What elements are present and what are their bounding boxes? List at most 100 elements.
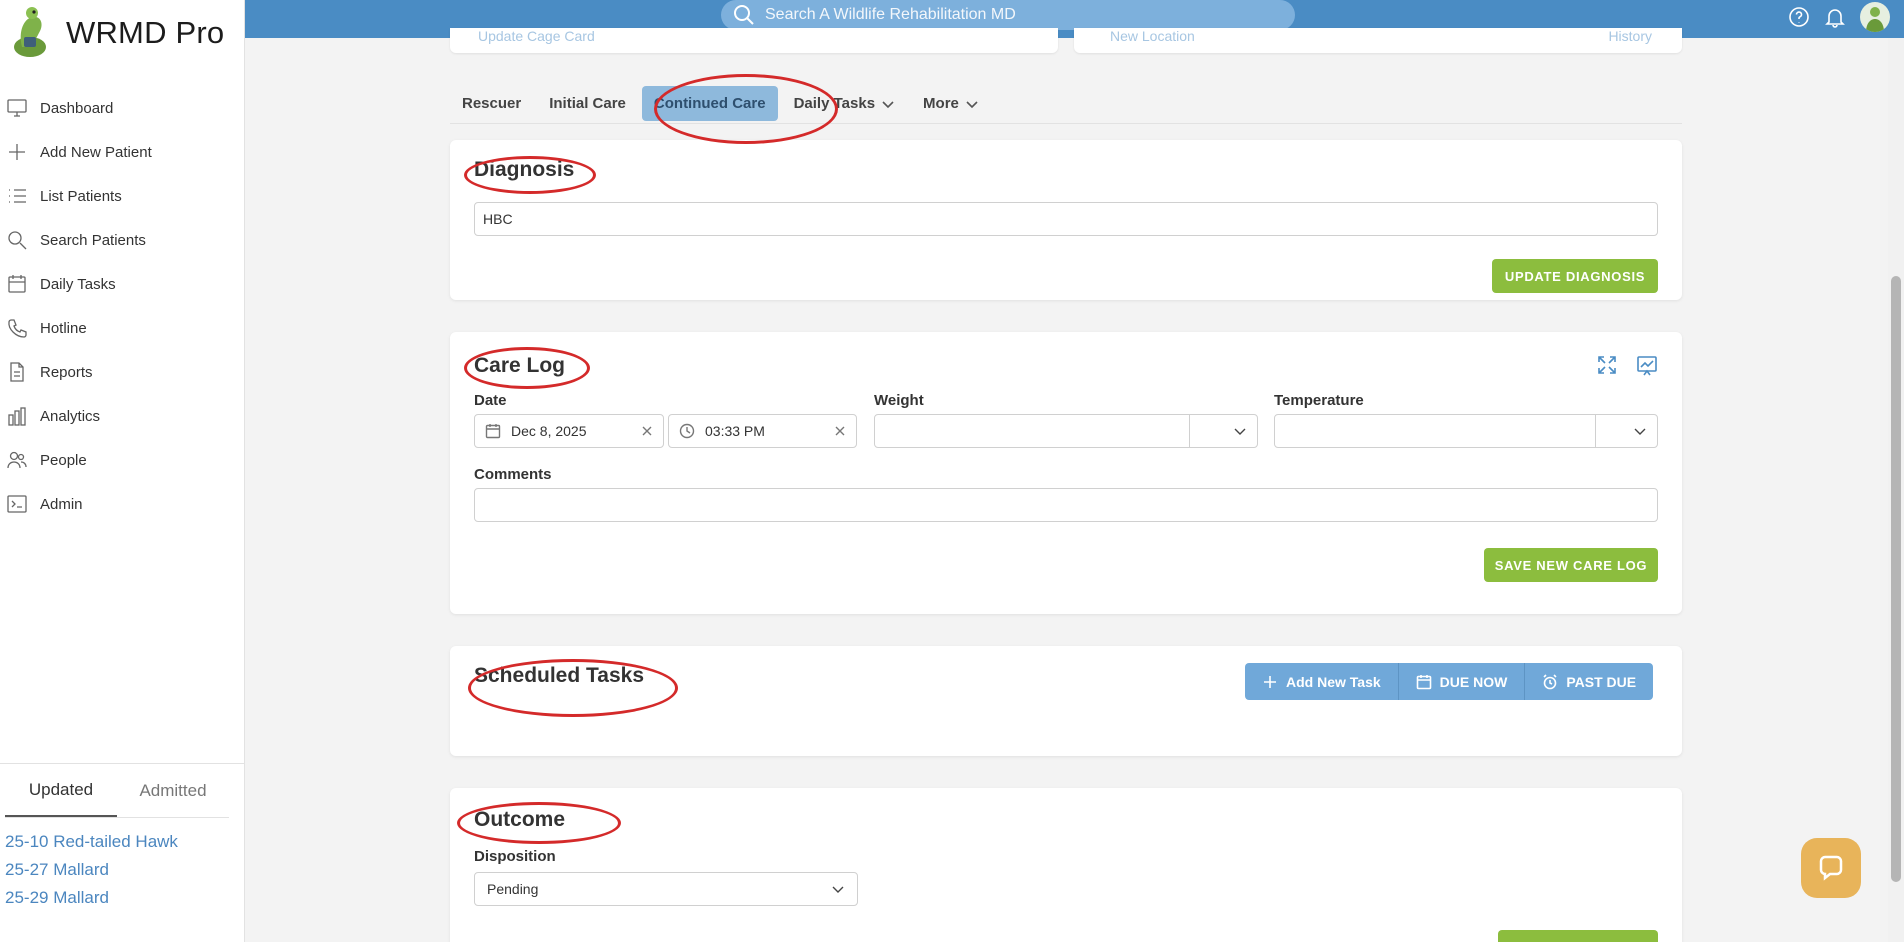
button-label: PAST DUE (1566, 673, 1637, 690)
page-scrollbar[interactable] (1888, 38, 1904, 942)
sidebar: WRMD Pro Dashboard Add New Patient List … (0, 0, 245, 942)
nav-hotline[interactable]: Hotline (0, 306, 244, 350)
patient-tabs: Rescuer Initial Care Continued Care Dail… (450, 84, 1682, 124)
calendar-icon (1416, 674, 1431, 689)
nav-label: Hotline (40, 319, 87, 337)
tab-admitted[interactable]: Admitted (117, 764, 229, 817)
tab-updated[interactable]: Updated (5, 764, 117, 817)
button-label: Add New Task (1286, 673, 1381, 690)
nav-label: Daily Tasks (40, 275, 116, 293)
weight-unit-select[interactable] (1189, 414, 1258, 448)
update-outcome-button[interactable] (1498, 930, 1658, 942)
chevron-down-icon (882, 100, 894, 108)
nav-label: List Patients (40, 187, 122, 205)
recent-tabs: Updated Admitted (5, 764, 229, 818)
save-care-log-button[interactable]: SAVE NEW CARE LOG (1484, 548, 1658, 582)
nav-daily-tasks[interactable]: Daily Tasks (0, 262, 244, 306)
comments-input[interactable] (474, 488, 1658, 522)
due-now-button[interactable]: DUE NOW (1399, 663, 1526, 700)
nav-label: Add New Patient (40, 143, 152, 161)
bell-icon[interactable] (1824, 6, 1846, 28)
brand[interactable]: WRMD Pro (0, 0, 244, 66)
diagnosis-card: Diagnosis HBC UPDATE DIAGNOSIS (450, 140, 1682, 300)
gecko-avatar-icon (1866, 7, 1884, 32)
tab-more[interactable]: More (911, 86, 991, 121)
recent-patient-link[interactable]: 25-29 Mallard (5, 884, 229, 912)
plus-icon (9, 144, 25, 160)
phone-icon (8, 319, 27, 338)
tab-daily-tasks[interactable]: Daily Tasks (782, 86, 907, 121)
cage-card-stub: Update Cage Card (450, 28, 1058, 53)
clock-icon (679, 423, 695, 439)
disposition-value: Pending (487, 881, 539, 897)
expand-icon[interactable] (1596, 354, 1618, 376)
clear-icon[interactable] (834, 425, 846, 437)
nav-list-patients[interactable]: List Patients (0, 174, 244, 218)
time-input[interactable]: 03:33 PM (668, 414, 857, 448)
chevron-down-icon (1234, 428, 1246, 435)
chart-icon[interactable] (1636, 354, 1658, 376)
scheduled-tasks-card: Scheduled Tasks Add New Task DUE NOW PAS… (450, 646, 1682, 756)
update-cage-card-link[interactable]: Update Cage Card (478, 28, 595, 44)
chevron-down-icon (832, 886, 844, 893)
comments-label: Comments (474, 466, 552, 483)
location-card-stub: New Location History (1074, 28, 1682, 53)
calendar-icon (8, 275, 26, 293)
care-log-card: Care Log Date Dec 8, 2025 03:33 PM Weigh… (450, 332, 1682, 614)
disposition-select[interactable]: Pending (474, 872, 858, 906)
tab-rescuer[interactable]: Rescuer (450, 86, 533, 121)
help-icon[interactable] (1788, 6, 1810, 28)
support-chat-button[interactable] (1801, 838, 1861, 898)
recent-patient-link[interactable]: 25-10 Red-tailed Hawk (5, 828, 229, 856)
nav-people[interactable]: People (0, 438, 244, 482)
nav-add-new-patient[interactable]: Add New Patient (0, 130, 244, 174)
date-value: Dec 8, 2025 (511, 423, 587, 439)
nav-label: Search Patients (40, 231, 146, 249)
global-search[interactable]: Search A Wildlife Rehabilitation MD (721, 0, 1295, 30)
gecko-logo-icon (14, 7, 46, 57)
nav-search-patients[interactable]: Search Patients (0, 218, 244, 262)
tab-label: Daily Tasks (793, 95, 876, 112)
nav-label: Dashboard (40, 99, 114, 117)
top-icons (1788, 2, 1890, 32)
tab-continued-care[interactable]: Continued Care (641, 86, 778, 121)
document-icon (10, 362, 24, 382)
clear-icon[interactable] (641, 425, 653, 437)
search-icon (734, 5, 754, 25)
past-due-button[interactable]: PAST DUE (1525, 663, 1653, 700)
diagnosis-title: Diagnosis (474, 158, 575, 181)
people-icon (7, 451, 27, 469)
update-diagnosis-button[interactable]: UPDATE DIAGNOSIS (1492, 259, 1658, 293)
new-location-link[interactable]: New Location (1110, 28, 1195, 44)
temperature-unit-select[interactable] (1595, 414, 1658, 448)
time-value: 03:33 PM (705, 423, 765, 439)
recent-patient-link[interactable]: 25-27 Mallard (5, 856, 229, 884)
add-new-task-button[interactable]: Add New Task (1245, 663, 1399, 700)
outcome-title: Outcome (474, 808, 566, 831)
alarm-icon (1543, 673, 1557, 689)
nav-label: People (40, 451, 87, 469)
temperature-input[interactable] (1274, 414, 1596, 448)
chat-bubble-icon (1819, 855, 1843, 881)
nav-label: Reports (40, 363, 93, 381)
outcome-card: Outcome Disposition Pending (450, 788, 1682, 942)
weight-input[interactable] (874, 414, 1190, 448)
nav-dashboard[interactable]: Dashboard (0, 86, 244, 130)
chevron-down-icon (966, 100, 978, 108)
task-actions: Add New Task DUE NOW PAST DUE (1245, 663, 1654, 700)
weight-label: Weight (874, 392, 924, 409)
nav-reports[interactable]: Reports (0, 350, 244, 394)
nav-analytics[interactable]: Analytics (0, 394, 244, 438)
chevron-down-icon (1634, 428, 1646, 435)
nav-admin[interactable]: Admin (0, 482, 244, 526)
date-input[interactable]: Dec 8, 2025 (474, 414, 664, 448)
date-label: Date (474, 392, 507, 409)
history-link[interactable]: History (1608, 28, 1652, 44)
app-name: WRMD Pro (66, 15, 225, 50)
user-avatar[interactable] (1860, 2, 1890, 32)
tab-initial-care[interactable]: Initial Care (537, 86, 638, 121)
diagnosis-input[interactable]: HBC (474, 202, 1658, 236)
scrollbar-thumb[interactable] (1891, 276, 1901, 882)
search-icon (8, 231, 27, 250)
recent-patient-list: 25-10 Red-tailed Hawk 25-27 Mallard 25-2… (5, 818, 229, 912)
